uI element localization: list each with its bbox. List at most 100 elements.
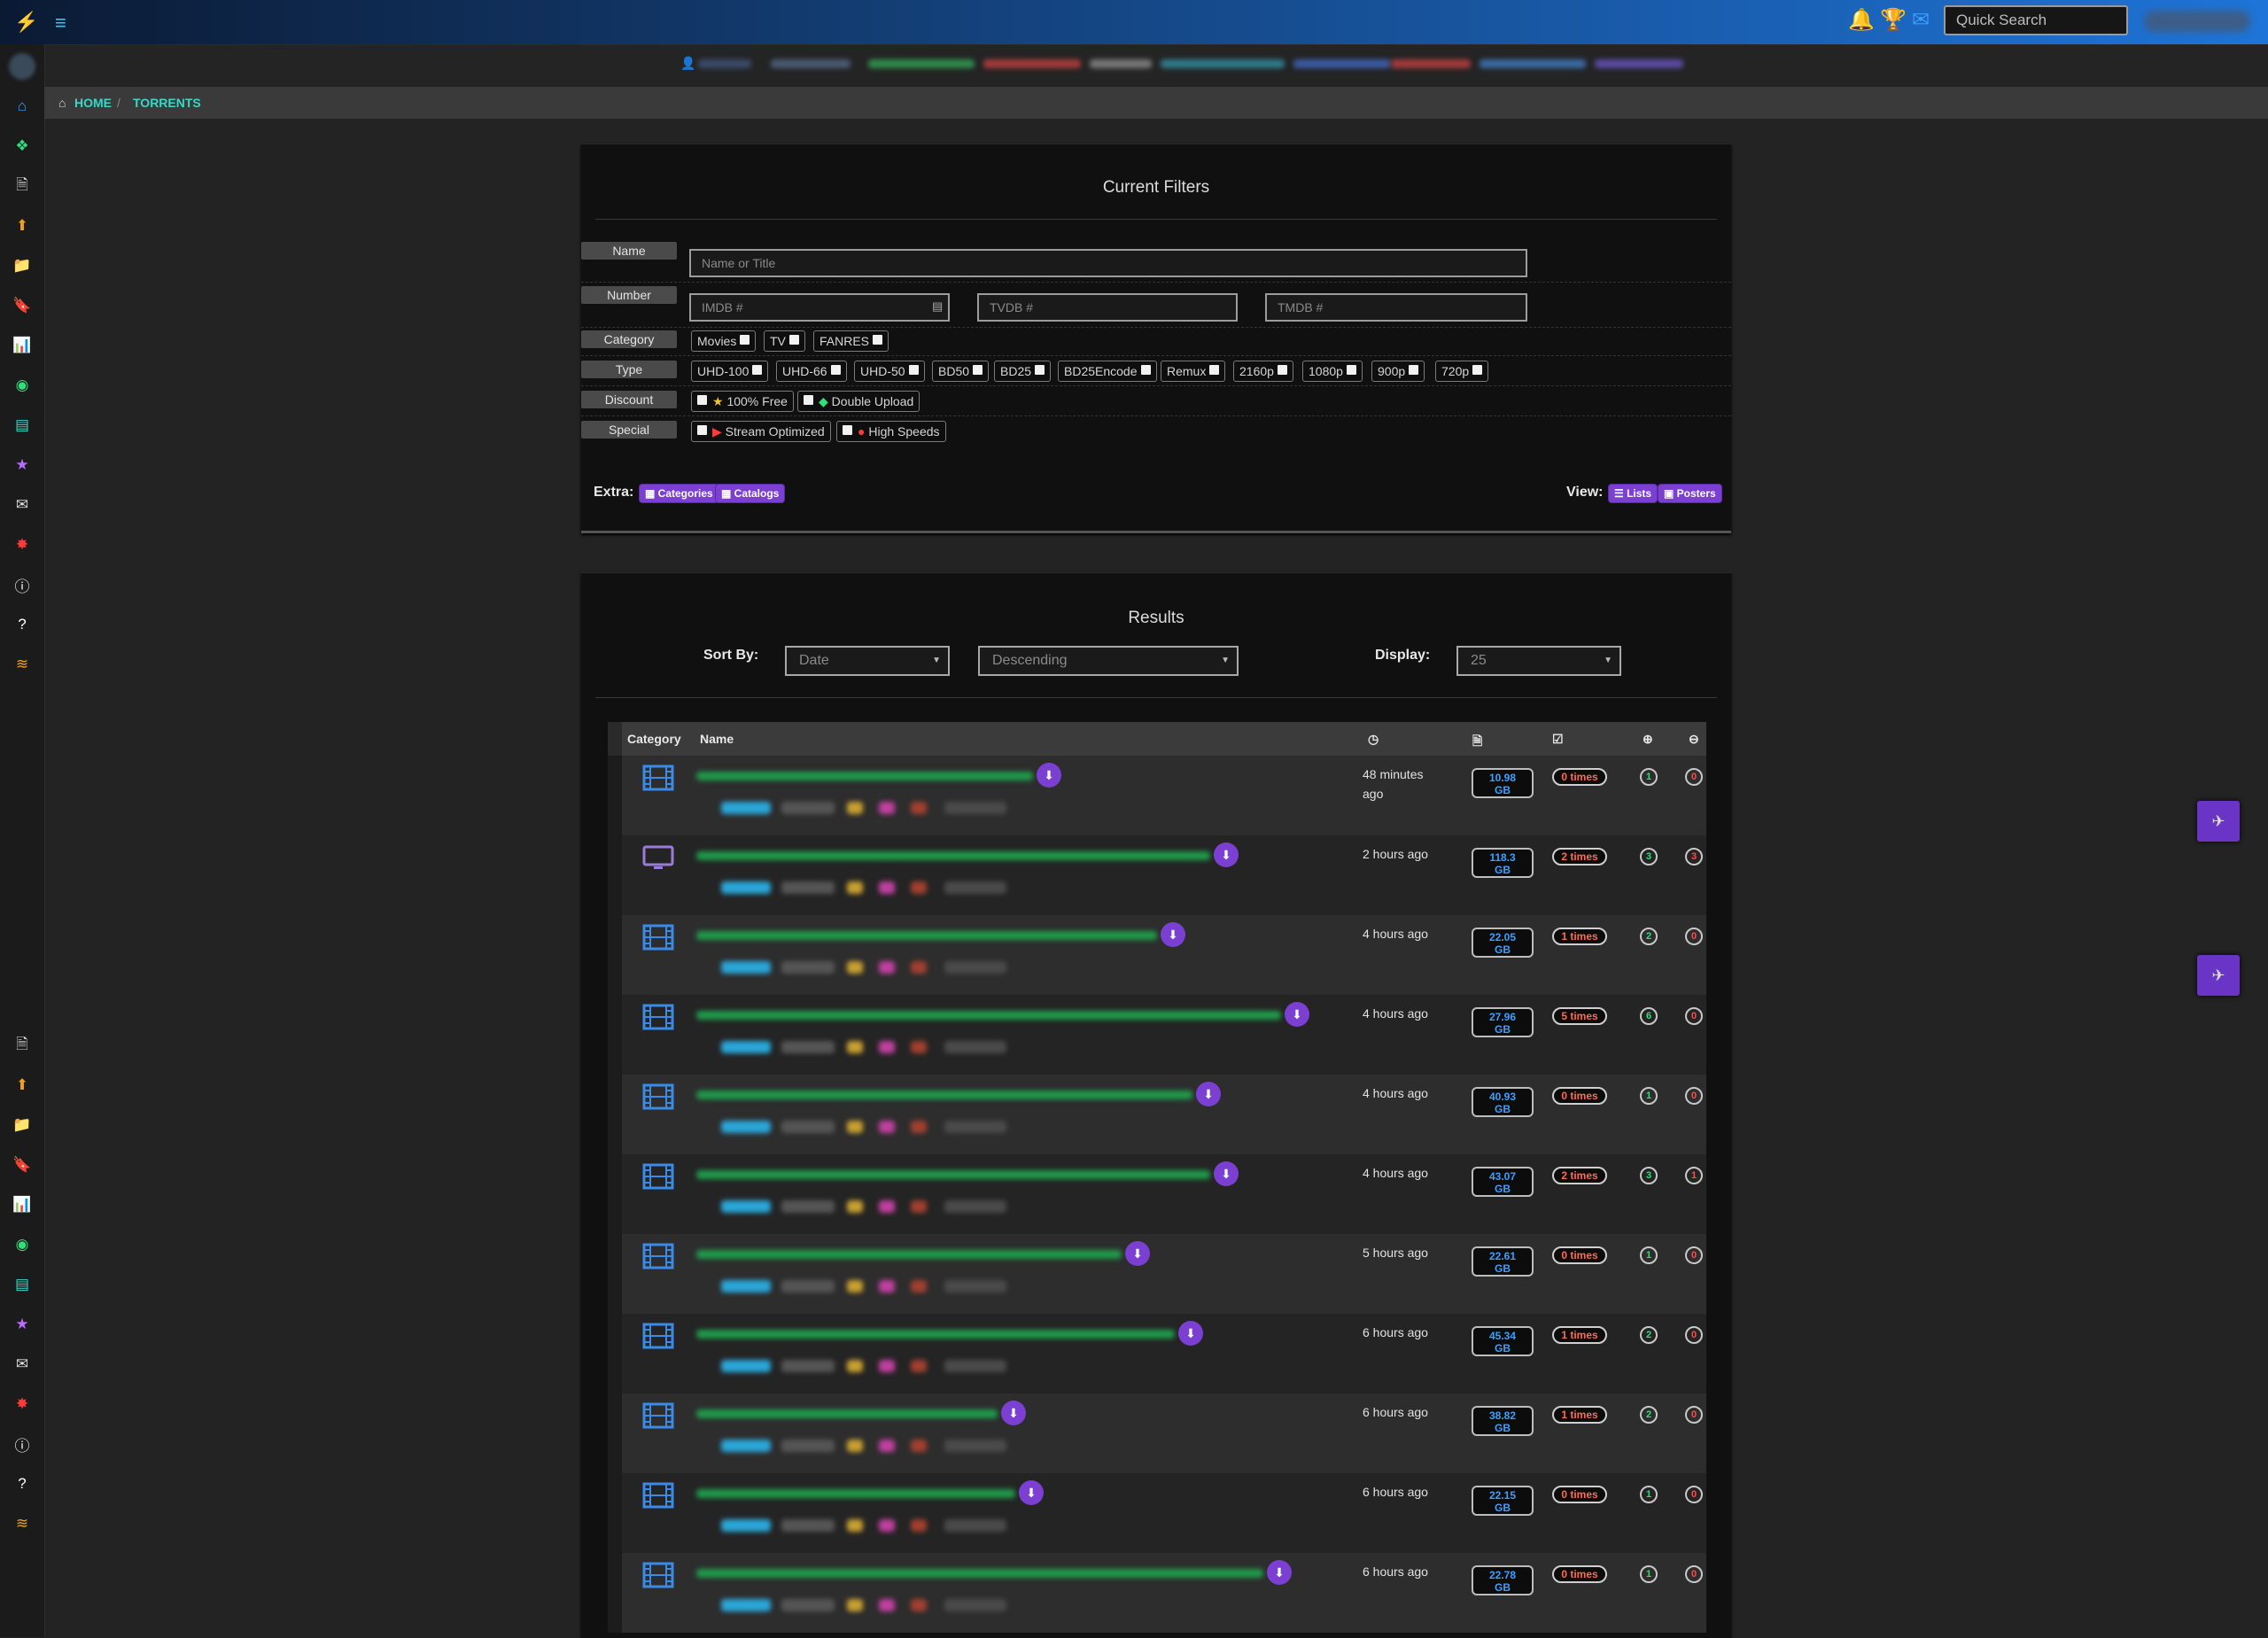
type-bd25encode-checkbox[interactable]: BD25Encode [1058, 361, 1157, 382]
info-icon[interactable]: ⓘ [0, 1425, 44, 1463]
torrent-name-link[interactable] [696, 1250, 1122, 1259]
star-icon[interactable]: ★ [0, 446, 44, 485]
tvdb-input[interactable] [977, 293, 1238, 322]
table-row[interactable]: ⬇ 4 hours ago 40.93 GB 0 times 1 0 [608, 1075, 1706, 1154]
times-completed-badge[interactable]: 0 times [1552, 1565, 1607, 1583]
seeders-icon[interactable]: ⊕ [1643, 732, 1653, 747]
seeders-count[interactable]: 1 [1640, 1486, 1658, 1503]
torrent-name-link[interactable] [696, 772, 1033, 780]
type-bd50-checkbox[interactable]: BD50 [932, 361, 990, 382]
table-row[interactable]: ⬇ 48 minutes ago 10.98 GB 0 times 1 0 [608, 756, 1706, 835]
user-menu[interactable] [2144, 11, 2250, 32]
leechers-count[interactable]: 0 [1685, 928, 1703, 945]
table-row[interactable]: ⬇ 4 hours ago 22.05 GB 1 times 2 0 [608, 915, 1706, 995]
type-uhd50-checkbox[interactable]: UHD-50 [854, 361, 925, 382]
rss-icon[interactable]: ≋ [0, 645, 44, 684]
times-completed-badge[interactable]: 1 times [1552, 1406, 1607, 1424]
type-900p-checkbox[interactable]: 900p [1371, 361, 1425, 382]
torrent-name-link[interactable] [696, 1011, 1281, 1020]
torrent-name-link[interactable] [696, 1409, 998, 1418]
times-completed-badge[interactable]: 0 times [1552, 1486, 1607, 1503]
mail-icon[interactable]: ✉ [0, 1345, 44, 1384]
type-bd25-checkbox[interactable]: BD25 [994, 361, 1052, 382]
bug-icon[interactable]: ✸ [0, 1385, 44, 1424]
logo-bolt-icon[interactable]: ⚡ [14, 11, 38, 34]
leechers-count[interactable]: 0 [1685, 1406, 1703, 1424]
seeders-count[interactable]: 1 [1640, 1087, 1658, 1105]
category-tv-checkbox[interactable]: TV [764, 330, 805, 352]
name-input[interactable] [689, 249, 1527, 277]
times-completed-badge[interactable]: 2 times [1552, 1167, 1607, 1184]
leechers-count[interactable]: 0 [1685, 1087, 1703, 1105]
table-row[interactable]: ⬇ 2 hours ago 118.3 GB 2 times 3 3 [608, 835, 1706, 915]
help-icon[interactable]: ? [0, 605, 44, 644]
bookmark-icon[interactable]: 🔖 [0, 286, 44, 325]
seeders-count[interactable]: 3 [1640, 1167, 1658, 1184]
seeders-count[interactable]: 1 [1640, 768, 1658, 786]
type-2160p-checkbox[interactable]: 2160p [1233, 361, 1293, 382]
view-posters-button[interactable]: ▣ Posters [1658, 485, 1721, 502]
leechers-count[interactable]: 0 [1685, 1565, 1703, 1583]
type-720p-checkbox[interactable]: 720p [1435, 361, 1489, 382]
seeders-count[interactable]: 2 [1640, 1406, 1658, 1424]
gift-icon[interactable]: ▤ [0, 1265, 44, 1304]
chart-icon[interactable]: 📊 [0, 1185, 44, 1224]
help-icon[interactable]: ? [0, 1464, 44, 1503]
torrent-name-link[interactable] [696, 851, 1210, 860]
times-completed-badge[interactable]: 2 times [1552, 848, 1607, 866]
file-icon[interactable]: 🗎 [0, 1026, 44, 1065]
times-completed-badge[interactable]: 0 times [1552, 1087, 1607, 1105]
seeders-count[interactable]: 1 [1640, 1246, 1658, 1264]
file-size-icon[interactable]: 🗎 [1472, 732, 1482, 753]
home-icon[interactable]: ⌂ [0, 87, 44, 126]
folder-icon[interactable]: 📁 [0, 1106, 44, 1145]
quick-search-input[interactable] [1944, 5, 2128, 35]
category-fanres-checkbox[interactable]: FANRES [813, 330, 889, 352]
torrent-name-link[interactable] [696, 1489, 1015, 1498]
leechers-count[interactable]: 0 [1685, 1486, 1703, 1503]
view-lists-button[interactable]: ☰ Lists [1609, 485, 1658, 502]
type-uhd66-checkbox[interactable]: UHD-66 [776, 361, 847, 382]
seeders-count[interactable]: 2 [1640, 1326, 1658, 1344]
download-icon[interactable]: ⬇ [1285, 1002, 1309, 1027]
torrent-name-link[interactable] [696, 1569, 1263, 1578]
award-icon[interactable]: ❖ [0, 127, 44, 166]
torrent-name-link[interactable] [696, 931, 1157, 940]
table-row[interactable]: ⬇ 5 hours ago 22.61 GB 0 times 1 0 [608, 1234, 1706, 1314]
breadcrumb-home[interactable]: HOME [74, 96, 112, 110]
torrent-name-link[interactable] [696, 1330, 1175, 1339]
leechers-count[interactable]: 0 [1685, 768, 1703, 786]
leechers-count[interactable]: 0 [1685, 1246, 1703, 1264]
folder-icon[interactable]: 📁 [0, 246, 44, 285]
star-icon[interactable]: ★ [0, 1305, 44, 1344]
breadcrumb-current[interactable]: TORRENTS [133, 96, 201, 110]
download-icon[interactable]: ⬇ [1037, 763, 1061, 788]
leechers-count[interactable]: 0 [1685, 1007, 1703, 1025]
table-row[interactable]: ⬇ 6 hours ago 45.34 GB 1 times 2 0 [608, 1314, 1706, 1393]
seeders-count[interactable]: 2 [1640, 928, 1658, 945]
tmdb-input[interactable] [1265, 293, 1527, 322]
special-high-speeds-checkbox[interactable]: ● High Speeds [836, 421, 946, 442]
torrent-name-link[interactable] [696, 1091, 1192, 1099]
notifications-bell-icon[interactable]: 🔔 [1848, 7, 1875, 33]
special-stream-optimized-checkbox[interactable]: ▶ Stream Optimized [691, 421, 831, 442]
download-icon[interactable]: ⬇ [1161, 922, 1185, 947]
download-icon[interactable]: ⬇ [1214, 1161, 1239, 1186]
gift-icon[interactable]: ▤ [0, 406, 44, 445]
upload-icon[interactable]: ⬆ [0, 1066, 44, 1105]
display-count-select[interactable]: 25 ▼ [1456, 646, 1621, 676]
menu-toggle-icon[interactable]: ≡ [55, 12, 66, 35]
leechers-count[interactable]: 1 [1685, 1167, 1703, 1184]
bookmark-icon[interactable]: 🔖 [0, 1145, 44, 1184]
upload-icon[interactable]: ⬆ [0, 206, 44, 245]
sort-order-select[interactable]: Descending ▼ [978, 646, 1239, 676]
discount-free-checkbox[interactable]: ★ 100% Free [691, 391, 794, 412]
times-completed-badge[interactable]: 5 times [1552, 1007, 1607, 1025]
table-row[interactable]: ⬇ 6 hours ago 38.82 GB 1 times 2 0 [608, 1393, 1706, 1473]
avatar[interactable] [9, 53, 35, 80]
times-completed-badge[interactable]: 1 times [1552, 1326, 1607, 1344]
times-completed-badge[interactable]: 1 times [1552, 928, 1607, 945]
type-uhd100-checkbox[interactable]: UHD-100 [691, 361, 769, 382]
catalogs-button[interactable]: ▦ Catalogs [716, 485, 785, 502]
download-icon[interactable]: ⬇ [1214, 842, 1239, 867]
